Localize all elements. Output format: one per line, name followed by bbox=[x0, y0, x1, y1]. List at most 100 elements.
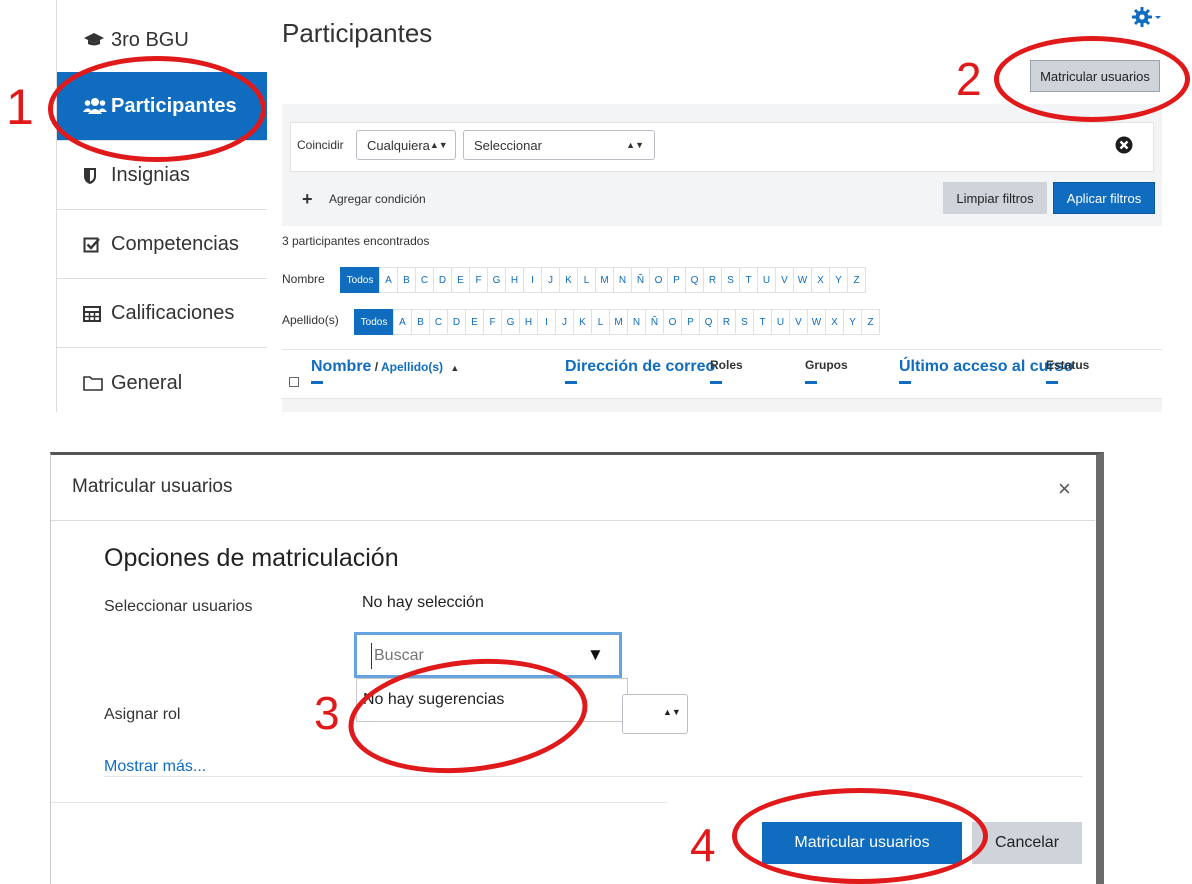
collapse-column-icon[interactable] bbox=[311, 381, 323, 384]
sort-by-name-link[interactable]: Nombre bbox=[311, 358, 371, 375]
apply-filters-button[interactable]: Aplicar filtros bbox=[1053, 182, 1155, 214]
remove-condition-icon[interactable] bbox=[1115, 136, 1133, 159]
sort-arrows-icon: ▲▼ bbox=[663, 707, 681, 717]
last-name-initial-letter-button[interactable]: R bbox=[717, 309, 736, 335]
match-label: Coincidir bbox=[297, 138, 344, 152]
plus-icon[interactable]: + bbox=[302, 189, 313, 210]
sidebar-item-competencies[interactable]: Competencias bbox=[57, 211, 267, 279]
first-name-initial-letter-button[interactable]: A bbox=[379, 267, 398, 293]
first-name-initial-letter-button[interactable]: R bbox=[703, 267, 722, 293]
sidebar-item-general[interactable]: General bbox=[57, 349, 267, 417]
match-select-value: Cualquiera bbox=[367, 137, 430, 153]
first-name-initial-letter-button[interactable]: V bbox=[775, 267, 794, 293]
graduation-cap-icon bbox=[83, 32, 111, 48]
role-select[interactable]: ▲▼ bbox=[622, 694, 688, 734]
last-name-initial-letter-button[interactable]: Z bbox=[861, 309, 880, 335]
first-name-initial-letter-button[interactable]: O bbox=[649, 267, 668, 293]
last-name-initial-letter-button[interactable]: K bbox=[573, 309, 592, 335]
first-name-initial-letter-button[interactable]: N bbox=[613, 267, 632, 293]
last-name-initial-all-button[interactable]: Todos bbox=[354, 309, 394, 335]
sidebar-item-label: Calificaciones bbox=[111, 302, 235, 324]
first-name-initials-bar: Todos A B C D E F G H I J K L M N Ñ O P Q R S T U V W X Y Z bbox=[340, 267, 866, 293]
collapse-column-icon[interactable] bbox=[565, 381, 577, 384]
first-name-initial-letter-button[interactable]: Q bbox=[685, 267, 704, 293]
last-name-initial-letter-button[interactable]: N bbox=[627, 309, 646, 335]
first-name-initial-letter-button[interactable]: D bbox=[433, 267, 452, 293]
first-name-initial-letter-button[interactable]: S bbox=[721, 267, 740, 293]
last-name-initial-letter-button[interactable]: T bbox=[753, 309, 772, 335]
last-name-initials-label: Apellido(s) bbox=[282, 313, 339, 327]
column-header-name[interactable]: Nombre / Apellido(s) ▲ bbox=[311, 358, 459, 376]
first-name-initial-letter-button[interactable]: B bbox=[397, 267, 416, 293]
condition-select[interactable]: Seleccionar ▲▼ bbox=[463, 130, 655, 160]
first-name-initial-letter-button[interactable]: F bbox=[469, 267, 488, 293]
first-name-initial-letter-button[interactable]: J bbox=[541, 267, 560, 293]
first-name-initial-letter-button[interactable]: L bbox=[577, 267, 596, 293]
sidebar-item-grades[interactable]: Calificaciones bbox=[57, 280, 267, 348]
last-name-initial-letter-button[interactable]: O bbox=[663, 309, 682, 335]
first-name-initial-letter-button[interactable]: E bbox=[451, 267, 470, 293]
first-name-initial-letter-button[interactable]: U bbox=[757, 267, 776, 293]
last-name-initial-letter-button[interactable]: M bbox=[609, 309, 628, 335]
last-name-initial-letter-button[interactable]: V bbox=[789, 309, 808, 335]
last-name-initial-letter-button[interactable]: G bbox=[501, 309, 520, 335]
clear-filters-button[interactable]: Limpiar filtros bbox=[943, 182, 1047, 214]
select-all-checkbox[interactable] bbox=[289, 377, 299, 387]
no-selection-text: No hay selección bbox=[362, 594, 484, 611]
first-name-initial-letter-button[interactable]: T bbox=[739, 267, 758, 293]
column-header-status: Estatus bbox=[1046, 358, 1090, 372]
first-name-initial-letter-button[interactable]: G bbox=[487, 267, 506, 293]
column-header-roles: Roles bbox=[710, 358, 743, 372]
table-top-border bbox=[282, 349, 1162, 350]
dropdown-arrow-icon[interactable]: ▼ bbox=[587, 645, 604, 665]
gear-icon[interactable] bbox=[1132, 6, 1162, 34]
last-name-initial-letter-button[interactable]: D bbox=[447, 309, 466, 335]
first-name-initial-letter-button[interactable]: C bbox=[415, 267, 434, 293]
last-name-initial-letter-button[interactable]: E bbox=[465, 309, 484, 335]
header-separator: / bbox=[371, 360, 382, 374]
collapse-column-icon[interactable] bbox=[899, 381, 911, 384]
modal-title: Matricular usuarios bbox=[72, 476, 233, 497]
first-name-initial-letter-button[interactable]: Y bbox=[829, 267, 848, 293]
first-name-initial-letter-button[interactable]: X bbox=[811, 267, 830, 293]
last-name-initial-letter-button[interactable]: U bbox=[771, 309, 790, 335]
sort-by-surname-link[interactable]: Apellido(s) bbox=[381, 360, 443, 374]
collapse-column-icon[interactable] bbox=[1046, 381, 1058, 384]
sidebar-item-label: 3ro BGU bbox=[111, 28, 189, 51]
last-name-initial-letter-button[interactable]: L bbox=[591, 309, 610, 335]
first-name-initial-letter-button[interactable]: I bbox=[523, 267, 542, 293]
last-name-initial-letter-button[interactable]: I bbox=[537, 309, 556, 335]
sidebar-item-label: Competencias bbox=[111, 233, 239, 255]
first-name-initial-letter-button[interactable]: Ñ bbox=[631, 267, 650, 293]
close-icon[interactable]: × bbox=[1058, 476, 1071, 502]
last-name-initial-letter-button[interactable]: A bbox=[393, 309, 412, 335]
cancel-button[interactable]: Cancelar bbox=[972, 822, 1082, 864]
last-name-initial-letter-button[interactable]: Q bbox=[699, 309, 718, 335]
last-name-initial-letter-button[interactable]: C bbox=[429, 309, 448, 335]
first-name-initial-all-button[interactable]: Todos bbox=[340, 267, 380, 293]
form-divider bbox=[104, 776, 1082, 777]
last-name-initial-letter-button[interactable]: P bbox=[681, 309, 700, 335]
last-name-initial-letter-button[interactable]: J bbox=[555, 309, 574, 335]
last-name-initial-letter-button[interactable]: X bbox=[825, 309, 844, 335]
last-name-initial-letter-button[interactable]: Ñ bbox=[645, 309, 664, 335]
last-name-initial-letter-button[interactable]: H bbox=[519, 309, 538, 335]
collapse-column-icon[interactable] bbox=[805, 381, 817, 384]
first-name-initial-letter-button[interactable]: P bbox=[667, 267, 686, 293]
first-name-initial-letter-button[interactable]: Z bbox=[847, 267, 866, 293]
last-name-initial-letter-button[interactable]: W bbox=[807, 309, 826, 335]
match-select[interactable]: Cualquiera ▲▼ bbox=[356, 130, 456, 160]
last-name-initial-letter-button[interactable]: F bbox=[483, 309, 502, 335]
last-name-initial-letter-button[interactable]: Y bbox=[843, 309, 862, 335]
first-name-initial-letter-button[interactable]: W bbox=[793, 267, 812, 293]
column-header-email[interactable]: Dirección de correo bbox=[565, 358, 715, 376]
last-name-initial-letter-button[interactable]: S bbox=[735, 309, 754, 335]
checkbox-icon bbox=[83, 236, 111, 254]
add-condition-link[interactable]: Agregar condición bbox=[329, 192, 426, 206]
first-name-initial-letter-button[interactable]: H bbox=[505, 267, 524, 293]
collapse-column-icon[interactable] bbox=[710, 381, 722, 384]
last-name-initial-letter-button[interactable]: B bbox=[411, 309, 430, 335]
first-name-initial-letter-button[interactable]: M bbox=[595, 267, 614, 293]
show-more-link[interactable]: Mostrar más... bbox=[104, 758, 206, 776]
first-name-initial-letter-button[interactable]: K bbox=[559, 267, 578, 293]
